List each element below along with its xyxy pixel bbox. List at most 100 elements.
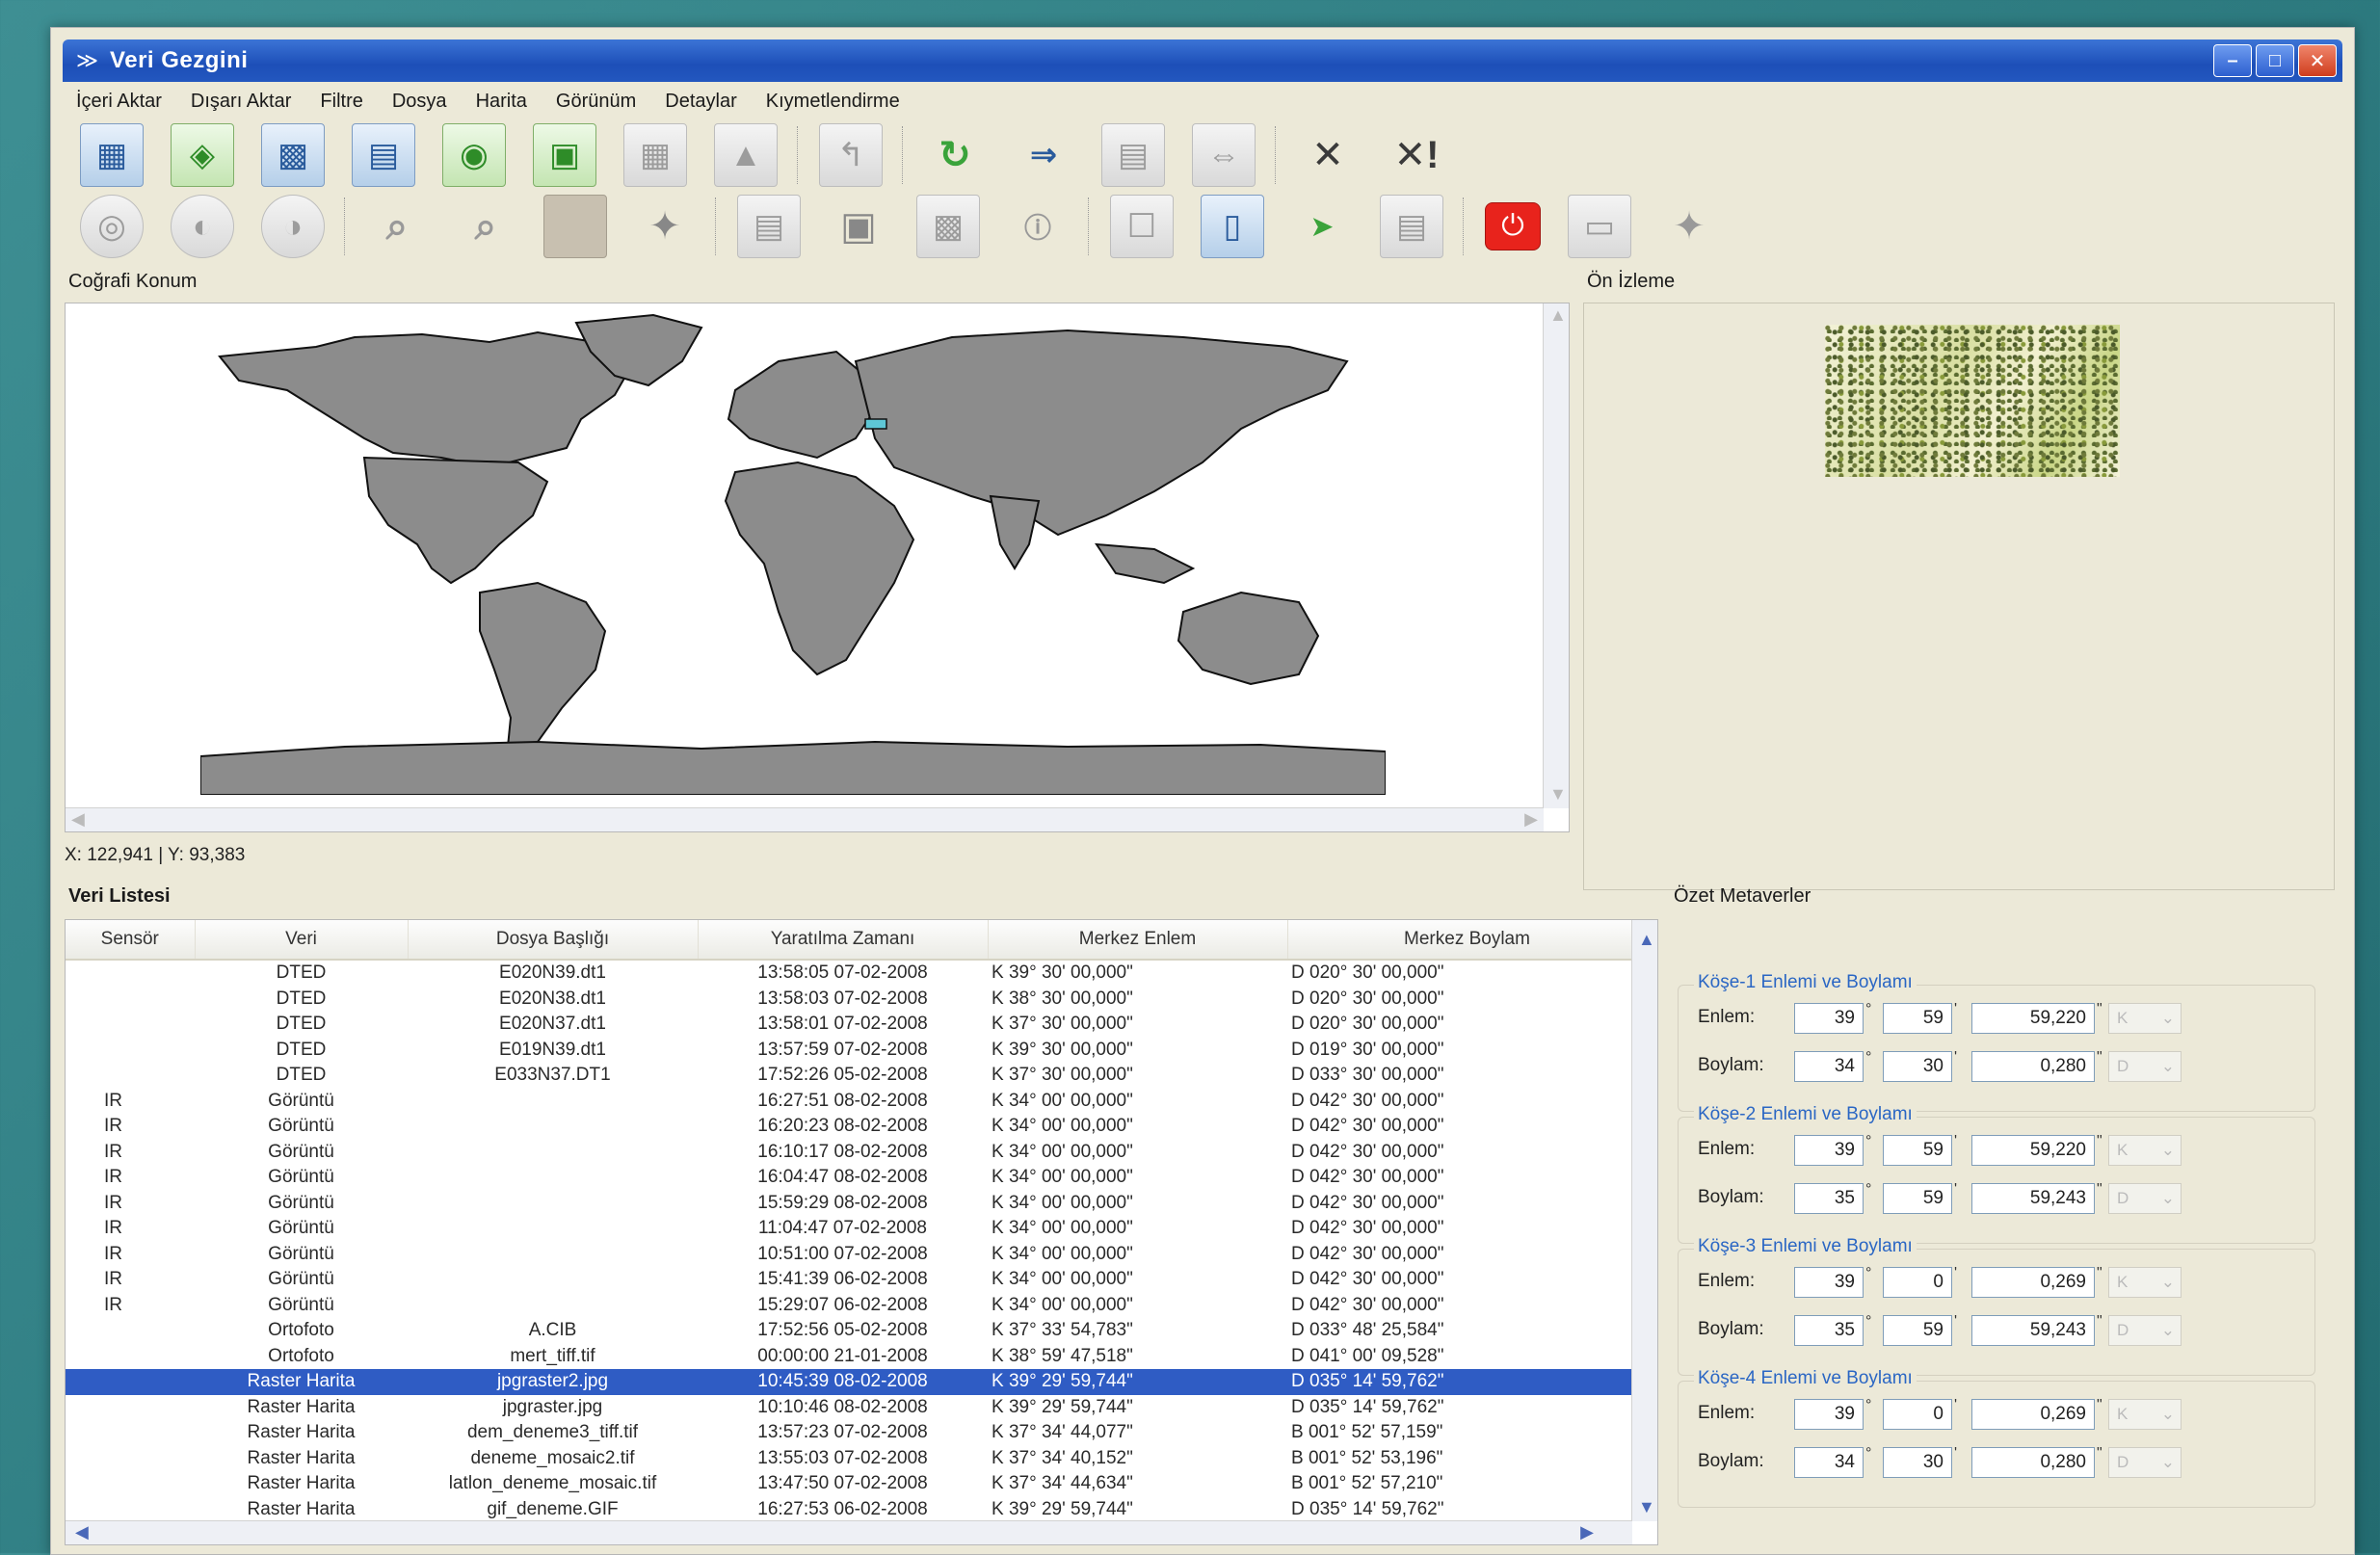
delete-icon[interactable]: ✕ (1297, 124, 1359, 186)
folder-up-icon[interactable]: ↰ (819, 123, 883, 187)
table-row[interactable]: IR Görüntü 15:41:39 06-02-2008 K 34° 00' 00… (66, 1267, 1647, 1293)
import-map-icon[interactable]: ◈ (171, 123, 234, 187)
refresh-icon[interactable]: ↻ (924, 124, 986, 186)
lat-sec-field[interactable]: 59,220 (1971, 1003, 2095, 1034)
table-row[interactable]: IR Görüntü 16:20:23 08-02-2008 K 34° 00' 00… (66, 1114, 1647, 1140)
column-header[interactable]: Dosya Başlığı (408, 920, 699, 961)
page-icon[interactable]: ▯ (1201, 195, 1264, 258)
minimize-button[interactable]: – (2213, 44, 2252, 77)
table-row[interactable]: Raster Harita gif_deneme.GIF 16:27:53 06-0… (66, 1497, 1647, 1523)
column-header[interactable]: Merkez Boylam (1287, 920, 1648, 961)
lon-sec-field[interactable]: 59,243 (1971, 1183, 2095, 1214)
lon-sec-field[interactable]: 0,280 (1971, 1051, 2095, 1082)
menu-iceri-aktar[interactable]: İçeri Aktar (76, 91, 162, 113)
lat-deg-field[interactable]: 39 (1794, 1267, 1864, 1298)
import-image-icon[interactable]: ▩ (261, 123, 325, 187)
table-row[interactable]: IR Görüntü 15:29:07 06-02-2008 K 34° 00' 00… (66, 1293, 1647, 1319)
map-horizontal-scrollbar[interactable]: ◀ ▶ (66, 807, 1544, 831)
table-row[interactable]: IR Görüntü 16:27:51 08-02-2008 K 34° 00' 00… (66, 1089, 1647, 1115)
lon-deg-field[interactable]: 34 (1794, 1447, 1864, 1478)
lon-min-field[interactable]: 59 (1883, 1183, 1952, 1214)
table-row[interactable]: IR Görüntü 16:10:17 08-02-2008 K 34° 00' 00… (66, 1140, 1647, 1166)
table-row[interactable]: Raster Harita jpgraster2.jpg 10:45:39 08-0… (66, 1369, 1647, 1395)
document-icon[interactable]: ▤ (737, 195, 801, 258)
maximize-button[interactable]: □ (2256, 44, 2294, 77)
lat-direction-select[interactable]: K ⌄ (2108, 1399, 2182, 1430)
lat-min-field[interactable]: 0 (1883, 1267, 1952, 1298)
title-bar[interactable]: ≫ Veri Gezgini – □ ✕ (63, 40, 2342, 82)
menu-gorunum[interactable]: Görünüm (556, 91, 636, 113)
split-icon[interactable]: ⇔ (1192, 123, 1256, 187)
lon-direction-select[interactable]: D ⌄ (2108, 1315, 2182, 1346)
table-row[interactable]: IR Görüntü 11:04:47 07-02-2008 K 34° 00' 00… (66, 1216, 1647, 1242)
list-horizontal-scrollbar[interactable]: ◀ ▶ (66, 1520, 1632, 1544)
list-vertical-scrollbar[interactable]: ▲ ▼ (1631, 920, 1657, 1521)
lon-deg-field[interactable]: 35 (1794, 1183, 1864, 1214)
merge-right-icon[interactable]: ⇒ (1013, 124, 1074, 186)
export-disabled-icon[interactable]: ▦ (623, 123, 687, 187)
lat-deg-field[interactable]: 39 (1794, 1135, 1864, 1166)
info-icon[interactable]: ⓘ (1007, 196, 1069, 257)
center-icon[interactable]: ✦ (1658, 196, 1720, 257)
align-center-icon[interactable]: ▤ (1101, 123, 1165, 187)
lat-deg-field[interactable]: 39 (1794, 1399, 1864, 1430)
menu-detaylar[interactable]: Detaylar (665, 91, 736, 113)
table-row[interactable]: IR Görüntü 15:59:29 08-02-2008 K 34° 00' 00… (66, 1191, 1647, 1217)
table-row[interactable]: Raster Harita jpgraster.jpg 10:10:46 08-02… (66, 1395, 1647, 1421)
table-row[interactable]: Raster Harita dem_deneme3_tiff.tif 13:57:2… (66, 1420, 1647, 1446)
table-row[interactable]: DTED E020N39.dt1 13:58:05 07-02-2008 K 39° … (66, 960, 1647, 987)
lon-sec-field[interactable]: 59,243 (1971, 1315, 2095, 1346)
lon-sec-field[interactable]: 0,280 (1971, 1447, 2095, 1478)
power-icon[interactable]: ⏻ (1485, 202, 1541, 250)
table-row[interactable]: IR Görüntü 10:51:00 07-02-2008 K 34° 00' 00… (66, 1242, 1647, 1268)
lat-min-field[interactable]: 0 (1883, 1399, 1952, 1430)
menu-harita[interactable]: Harita (476, 91, 527, 113)
lat-sec-field[interactable]: 0,269 (1971, 1399, 2095, 1430)
lat-direction-select[interactable]: K ⌄ (2108, 1267, 2182, 1298)
lat-direction-select[interactable]: K ⌄ (2108, 1003, 2182, 1034)
lon-min-field[interactable]: 30 (1883, 1051, 1952, 1082)
lat-deg-field[interactable]: 39 (1794, 1003, 1864, 1034)
lon-direction-select[interactable]: D ⌄ (2108, 1183, 2182, 1214)
lat-min-field[interactable]: 59 (1883, 1135, 1952, 1166)
globe-icon[interactable]: ◎ (80, 195, 144, 258)
column-header[interactable]: Yaratılma Zamanı (698, 920, 989, 961)
column-header[interactable]: Veri (195, 920, 409, 961)
close-button[interactable]: ✕ (2298, 44, 2337, 77)
import-table-icon[interactable]: ▦ (80, 123, 144, 187)
lon-direction-select[interactable]: D ⌄ (2108, 1051, 2182, 1082)
lon-direction-select[interactable]: D ⌄ (2108, 1447, 2182, 1478)
lon-deg-field[interactable]: 35 (1794, 1315, 1864, 1346)
eraser-icon[interactable]: ▭ (1568, 195, 1631, 258)
select-area-icon[interactable]: ▤ (1380, 195, 1443, 258)
import-layer-icon[interactable]: ▤ (352, 123, 415, 187)
table-row[interactable]: Raster Harita latlon_deneme_mosaic.tif 13:… (66, 1471, 1647, 1497)
export-map-disabled-icon[interactable]: ▲ (714, 123, 778, 187)
map-view[interactable]: ▲ ▼ ◀ ▶ (65, 303, 1570, 832)
lon-min-field[interactable]: 59 (1883, 1315, 1952, 1346)
menu-kiymetlendirme[interactable]: Kıymetlendirme (766, 91, 900, 113)
column-header[interactable]: Merkez Enlem (988, 920, 1288, 961)
lat-sec-field[interactable]: 0,269 (1971, 1267, 2095, 1298)
table-row[interactable]: Ortofoto A.CIB 17:52:56 05-02-2008 K 37° 33… (66, 1318, 1647, 1344)
lat-sec-field[interactable]: 59,220 (1971, 1135, 2095, 1166)
lon-deg-field[interactable]: 34 (1794, 1051, 1864, 1082)
lat-direction-select[interactable]: K ⌄ (2108, 1135, 2182, 1166)
table-row[interactable]: DTED E020N37.dt1 13:58:01 07-02-2008 K 37° … (66, 1012, 1647, 1038)
table-row[interactable]: DTED E019N39.dt1 13:57:59 07-02-2008 K 39° … (66, 1038, 1647, 1064)
lon-min-field[interactable]: 30 (1883, 1447, 1952, 1478)
table-row[interactable]: Raster Harita deneme_mosaic2.tif 13:55:03 … (66, 1446, 1647, 1472)
delete-all-icon[interactable]: ✕! (1386, 124, 1447, 186)
globe-rotate-icon[interactable]: ◐ (171, 195, 234, 258)
color-fill-icon[interactable] (543, 195, 607, 258)
table-row[interactable]: DTED E020N38.dt1 13:58:03 07-02-2008 K 38° … (66, 987, 1647, 1013)
table-row[interactable]: Ortofoto mert_tiff.tif 00:00:00 21-01-2008… (66, 1344, 1647, 1370)
column-header[interactable]: Sensör (66, 920, 196, 961)
select-arrow-icon[interactable]: ➤ (1291, 196, 1353, 257)
camera-icon[interactable]: ▣ (828, 196, 889, 257)
import-raster-icon[interactable]: ▣ (533, 123, 596, 187)
table-row[interactable]: DTED E033N37.DT1 17:52:26 05-02-2008 K 37° … (66, 1063, 1647, 1089)
globe-alt-icon[interactable]: ◑ (261, 195, 325, 258)
import-points-icon[interactable]: ◉ (442, 123, 506, 187)
zoom-in-icon[interactable]: ⌕ (366, 196, 428, 257)
